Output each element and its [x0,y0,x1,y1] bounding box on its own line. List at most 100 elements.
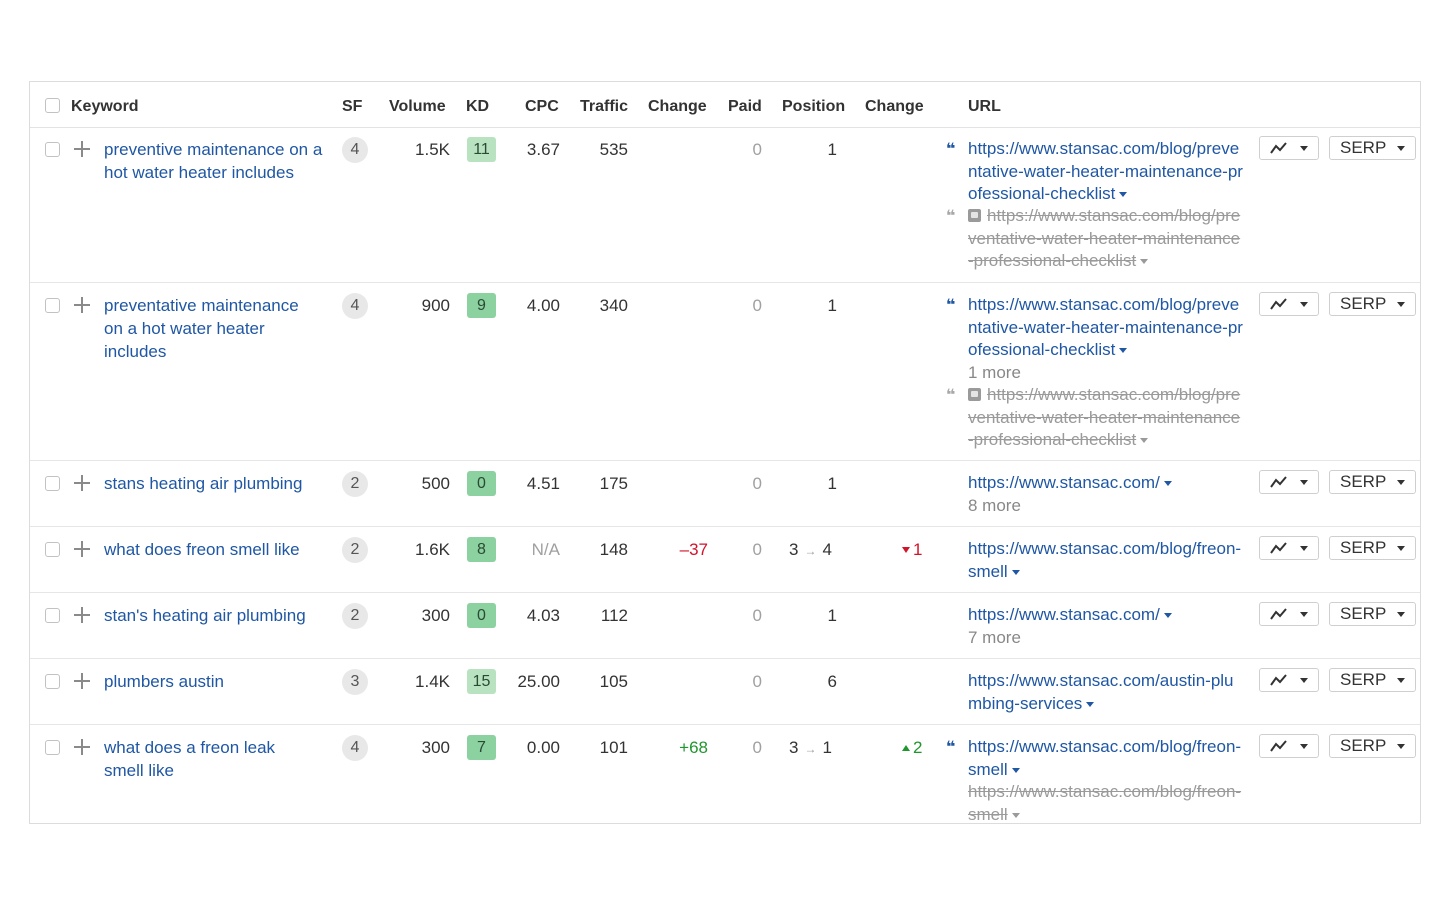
add-keyword-icon[interactable] [74,607,90,623]
keyword-link[interactable]: what does freon smell like [104,538,326,561]
serp-button[interactable]: SERP [1329,668,1416,692]
sf-badge[interactable]: 4 [342,137,368,163]
select-all-checkbox[interactable] [45,98,60,113]
ranking-url-link[interactable]: https://www.stansac.com/ [968,605,1160,624]
keyword-link[interactable]: what does a freon leak smell like [104,736,304,782]
position-value: 1 [827,296,837,315]
ranking-url-link[interactable]: https://www.stansac.com/blog/preventativ… [968,139,1243,203]
position-history-button[interactable] [1259,470,1319,494]
col-sf[interactable]: SF [342,97,362,117]
position-history-button[interactable] [1259,602,1319,626]
ranking-url-link[interactable]: https://www.stansac.com/blog/freon-smell [968,539,1241,581]
url-cell: https://www.stansac.com/blog/freon-smell [968,538,1243,583]
keyword-link[interactable]: stan's heating air plumbing [104,604,326,627]
previous-position: 3 [789,738,799,757]
serp-button[interactable]: SERP [1329,136,1416,160]
row-checkbox[interactable] [45,298,60,313]
ranking-url-link[interactable]: https://www.stansac.com/ [968,473,1160,492]
col-cpc[interactable]: CPC [525,97,559,117]
add-keyword-icon[interactable] [74,141,90,157]
previous-url-dropdown-icon[interactable] [1140,259,1149,265]
keyword-link[interactable]: preventive maintenance on a hot water he… [104,138,326,184]
previous-url-dropdown-icon[interactable] [1140,438,1149,444]
sf-badge[interactable]: 2 [342,537,368,563]
previous-url-link[interactable]: https://www.stansac.com/blog/freon-smell [968,782,1241,823]
position-history-button[interactable] [1259,292,1319,316]
keyword-link[interactable]: plumbers austin [104,670,326,693]
url-dropdown-icon[interactable] [1163,613,1172,619]
previous-url-link[interactable]: https://www.stansac.com/blog/preventativ… [968,206,1240,270]
add-keyword-icon[interactable] [74,673,90,689]
more-urls-link[interactable]: 8 more [968,496,1021,515]
add-keyword-icon[interactable] [74,739,90,755]
table-row: what does freon smell like 2 1.6K 8 N/A … [30,527,1420,593]
row-checkbox[interactable] [45,476,60,491]
chevron-down-icon [1300,302,1308,307]
serp-button[interactable]: SERP [1329,292,1416,316]
sf-badge[interactable]: 2 [342,603,368,629]
cpc-value: 4.00 [526,296,560,315]
position-history-button[interactable] [1259,668,1319,692]
image-icon [968,209,981,222]
row-checkbox[interactable] [45,142,60,157]
more-urls-link[interactable]: 1 more [968,363,1021,382]
keyword-link[interactable]: stans heating air plumbing [104,472,326,495]
chevron-down-icon [1397,612,1405,617]
paid-value: 0 [752,540,762,559]
chevron-down-icon [1300,678,1308,683]
keyword-link[interactable]: preventative maintenance on a hot water … [104,294,314,363]
ranking-url-link[interactable]: https://www.stansac.com/blog/preventativ… [968,295,1243,359]
serp-button[interactable]: SERP [1329,470,1416,494]
position-history-button[interactable] [1259,734,1319,758]
volume-value: 1.4K [415,672,450,691]
position-change-value: 1 [913,540,923,559]
sf-badge[interactable]: 3 [342,669,368,695]
ranking-url-link[interactable]: https://www.stansac.com/austin-plumbing-… [968,671,1234,713]
row-checkbox[interactable] [45,608,60,623]
previous-url-dropdown-icon[interactable] [1011,812,1020,818]
serp-button[interactable]: SERP [1329,602,1416,626]
chevron-down-icon [1300,546,1308,551]
col-paid[interactable]: Paid [728,97,762,117]
ranking-url-link[interactable]: https://www.stansac.com/blog/freon-smell [968,737,1241,779]
position-history-button[interactable] [1259,536,1319,560]
position-history-button[interactable] [1259,136,1319,160]
col-url[interactable]: URL [968,97,1001,117]
traffic-value: 535 [599,140,628,159]
featured-snippet-icon: ❝ [946,295,956,314]
row-checkbox[interactable] [45,674,60,689]
url-dropdown-icon[interactable] [1011,569,1020,575]
url-dropdown-icon[interactable] [1163,481,1172,487]
url-dropdown-icon[interactable] [1011,767,1020,773]
table-row: what does a freon leak smell like 4 300 … [30,725,1420,823]
url-dropdown-icon[interactable] [1119,348,1128,354]
keywords-table: Keyword SF Volume KD CPC Traffic Change … [29,81,1421,824]
more-urls-link[interactable]: 7 more [968,628,1021,647]
previous-url-link[interactable]: https://www.stansac.com/blog/preventativ… [968,385,1240,449]
col-keyword[interactable]: Keyword [71,97,139,117]
col-traffic[interactable]: Traffic [580,97,628,117]
add-keyword-icon[interactable] [74,541,90,557]
sf-badge[interactable]: 4 [342,293,368,319]
serp-button[interactable]: SERP [1329,536,1416,560]
position-value: 6 [827,672,837,691]
volume-value: 300 [421,606,450,625]
row-checkbox[interactable] [45,740,60,755]
col-change[interactable]: Change [648,97,707,117]
url-dropdown-icon[interactable] [1119,192,1128,198]
col-position-change[interactable]: Change [865,97,924,117]
chevron-down-icon [1397,302,1405,307]
serp-button[interactable]: SERP [1329,734,1416,758]
add-keyword-icon[interactable] [74,297,90,313]
add-keyword-icon[interactable] [74,475,90,491]
row-checkbox[interactable] [45,542,60,557]
traffic-change: +68 [679,738,708,757]
sf-badge[interactable]: 4 [342,735,368,761]
url-dropdown-icon[interactable] [1086,701,1095,707]
col-kd[interactable]: KD [466,97,489,117]
sf-badge[interactable]: 2 [342,471,368,497]
trend-chart-icon [1270,298,1287,310]
col-volume[interactable]: Volume [389,97,446,117]
cpc-value: 25.00 [517,672,560,691]
col-position[interactable]: Position [782,97,845,117]
